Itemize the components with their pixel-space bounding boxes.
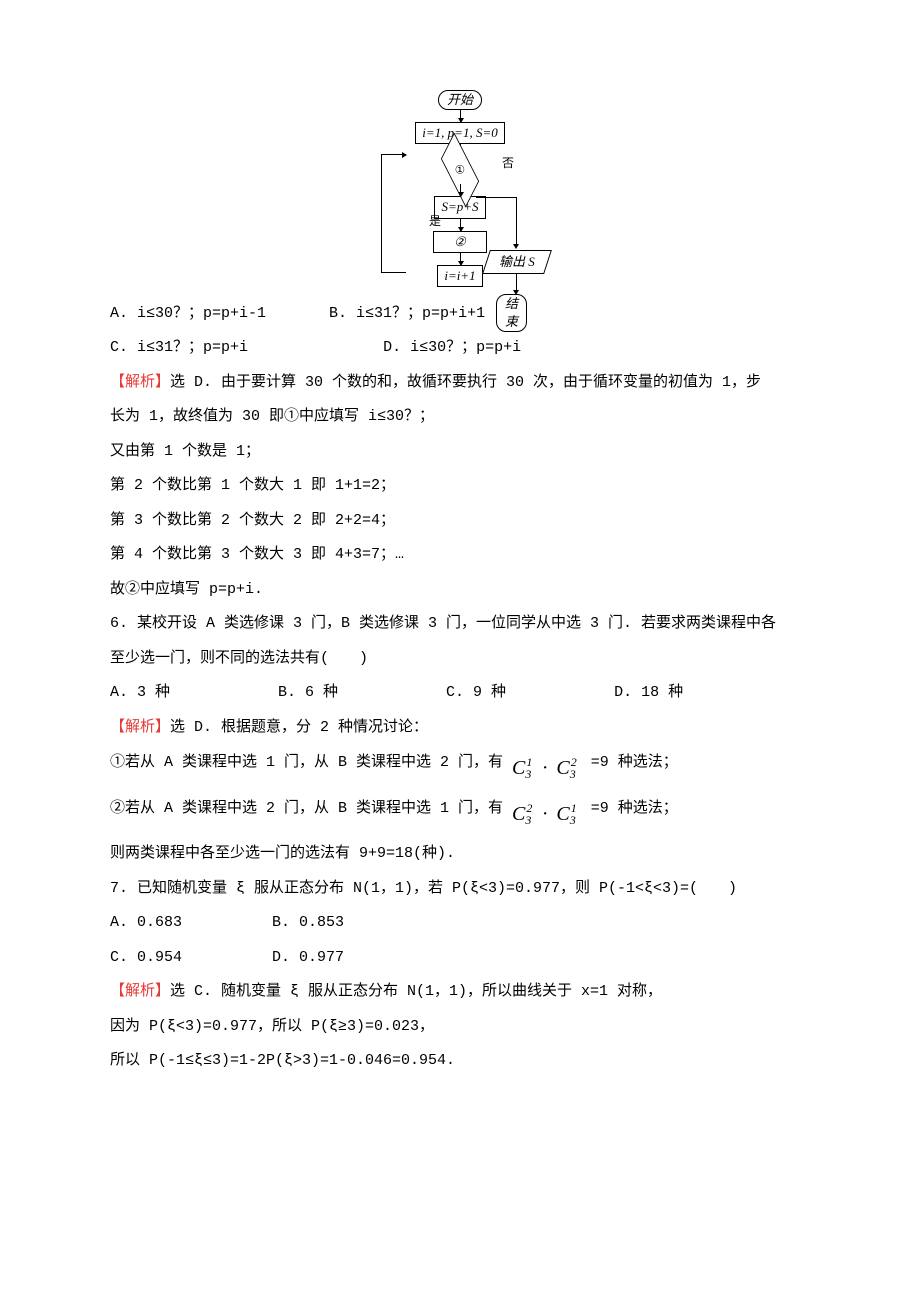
flow-init: i=1, p=1, S=0 (415, 122, 504, 144)
combination-icon: C13 (512, 745, 537, 791)
sol6-case2: ②若从 A 类课程中选 2 门，从 B 类课程中选 1 门，有 C23 · C1… (110, 791, 810, 837)
loopback-line (381, 154, 406, 273)
text-line: 又由第 1 个数是 1； (110, 435, 810, 470)
combination-icon: C13 (556, 791, 581, 837)
question-7: 7. 已知随机变量 ξ 服从正态分布 N(1，1)，若 P(ξ<3)=0.977… (110, 872, 810, 907)
flow-output: 输出 S (482, 250, 552, 274)
solution-tag: 【解析】 (110, 983, 170, 1000)
question-6: 6. 某校开设 A 类选修课 3 门，B 类选修课 3 门，一位同学从中选 3 … (110, 607, 810, 642)
solution-5: 【解析】选 D. 由于要计算 30 个数的和，故循环要执行 30 次，由于循环变… (110, 366, 810, 401)
arrow (460, 110, 461, 122)
option-line-2: C. i≤31？；p=p+i D. i≤30？；p=p+i (110, 331, 810, 366)
question-6b: 至少选一门，则不同的选法共有( ) (110, 642, 810, 677)
q7-options-2: C. 0.954 D. 0.977 (110, 941, 810, 976)
text-line: 因为 P(ξ<3)=0.977，所以 P(ξ≥3)=0.023， (110, 1010, 810, 1045)
sol6-case1: ①若从 A 类课程中选 1 门，从 B 类课程中选 2 门，有 C13 · C2… (110, 745, 810, 791)
option-line-1: A. i≤30？；p=p+i-1 B. i≤31？；p=p+i+1 (110, 297, 810, 332)
text-line: 则两类课程中各至少选一门的选法有 9+9=18(种). (110, 837, 810, 872)
combination-icon: C23 (512, 791, 537, 837)
flow-step2: ② (433, 231, 487, 253)
label-yes: 是 (429, 208, 441, 236)
flowchart: 开始 i=1, p=1, S=0 ① 否 是 S=p+S ② i=i+1 输出 … (370, 90, 550, 287)
dot-icon: · (542, 791, 547, 837)
solution-tag: 【解析】 (110, 719, 170, 736)
dot-icon: · (542, 745, 547, 791)
text-line: 所以 P(-1≤ξ≤3)=1-2P(ξ>3)=1-0.046=0.954. (110, 1044, 810, 1079)
q6-options: A. 3 种 B. 6 种 C. 9 种 D. 18 种 (110, 676, 810, 711)
arrow (460, 253, 461, 265)
text-line: 故②中应填写 p=p+i. (110, 573, 810, 608)
solution-6: 【解析】选 D. 根据题意，分 2 种情况讨论： (110, 711, 810, 746)
flow-step1: S=p+S (434, 196, 485, 218)
flow-start: 开始 (438, 90, 482, 110)
flow-incr: i=i+1 (437, 265, 482, 287)
q7-options-1: A. 0.683 B. 0.853 (110, 906, 810, 941)
text-line: 长为 1，故终值为 30 即①中应填写 i≤30？； (110, 400, 810, 435)
flow-end: 结束 (496, 294, 527, 332)
arrow (460, 184, 461, 196)
text-line: 第 4 个数比第 3 个数大 3 即 4+3=7；… (110, 538, 810, 573)
arrow (460, 219, 461, 231)
combination-icon: C23 (556, 745, 581, 791)
text-line: 第 2 个数比第 1 个数大 1 即 1+1=2； (110, 469, 810, 504)
text-line: 第 3 个数比第 2 个数大 2 即 2+2=4； (110, 504, 810, 539)
label-no: 否 (502, 150, 514, 178)
solution-7: 【解析】选 C. 随机变量 ξ 服从正态分布 N(1，1)，所以曲线关于 x=1… (110, 975, 810, 1010)
solution-tag: 【解析】 (110, 374, 170, 391)
